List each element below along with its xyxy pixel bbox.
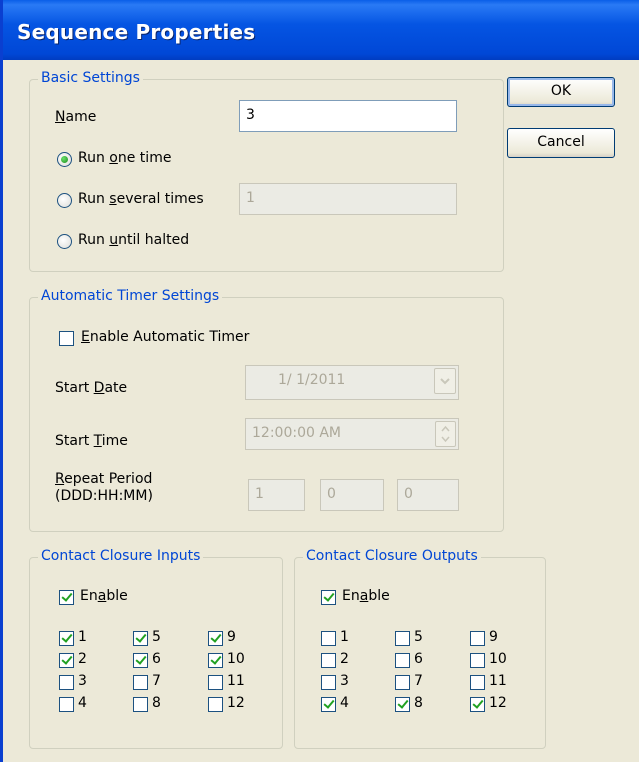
repeat-period-label: Repeat Period	[55, 471, 153, 487]
input-checkbox-10[interactable]	[208, 653, 223, 668]
output-label-8[interactable]: 8	[414, 695, 423, 711]
input-label-6[interactable]: 6	[152, 651, 161, 667]
output-checkbox-8[interactable]	[395, 697, 410, 712]
inputs-enable-label[interactable]: Enable	[80, 588, 128, 604]
start-date-label: Start Date	[55, 380, 128, 396]
output-label-9[interactable]: 9	[489, 629, 498, 645]
basic-settings-legend: Basic Settings	[38, 70, 143, 86]
enable-timer-checkbox[interactable]	[59, 331, 74, 346]
name-label: Name	[55, 109, 97, 125]
ok-button[interactable]: OK	[507, 77, 615, 107]
output-checkbox-1[interactable]	[321, 631, 336, 646]
output-checkbox-10[interactable]	[470, 653, 485, 668]
run-several-times-label[interactable]: Run several times	[78, 191, 204, 207]
input-checkbox-6[interactable]	[133, 653, 148, 668]
run-one-time-label[interactable]: Run one time	[78, 150, 171, 166]
input-checkbox-1[interactable]	[59, 631, 74, 646]
contact-outputs-legend: Contact Closure Outputs	[303, 548, 481, 564]
input-checkbox-5[interactable]	[133, 631, 148, 646]
output-checkbox-11[interactable]	[470, 675, 485, 690]
input-checkbox-3[interactable]	[59, 675, 74, 690]
contact-inputs-group: Contact Closure Inputs Enable 1234567891…	[29, 548, 283, 749]
input-checkbox-4[interactable]	[59, 697, 74, 712]
inputs-enable-checkbox[interactable]	[59, 590, 74, 605]
repeat-hours-field[interactable]: 0	[320, 479, 384, 511]
input-checkbox-2[interactable]	[59, 653, 74, 668]
timer-settings-legend: Automatic Timer Settings	[38, 288, 223, 304]
spin-arrows-icon	[441, 425, 450, 443]
run-until-halted-radio[interactable]	[57, 234, 72, 249]
output-checkbox-7[interactable]	[395, 675, 410, 690]
run-one-time-radio[interactable]	[57, 152, 72, 167]
output-checkbox-2[interactable]	[321, 653, 336, 668]
outputs-enable-checkbox[interactable]	[321, 590, 336, 605]
output-checkbox-6[interactable]	[395, 653, 410, 668]
input-label-4[interactable]: 4	[78, 695, 87, 711]
input-label-10[interactable]: 10	[227, 651, 245, 667]
run-until-halted-label[interactable]: Run until halted	[78, 232, 189, 248]
time-spin-buttons[interactable]	[435, 421, 456, 447]
window-title: Sequence Properties	[17, 20, 256, 44]
dialog-body: Basic Settings Name 3 Run one time Run s…	[6, 60, 639, 762]
input-label-5[interactable]: 5	[152, 629, 161, 645]
output-label-7[interactable]: 7	[414, 673, 423, 689]
input-label-3[interactable]: 3	[78, 673, 87, 689]
input-label-9[interactable]: 9	[227, 629, 236, 645]
output-checkbox-5[interactable]	[395, 631, 410, 646]
input-label-11[interactable]: 11	[227, 673, 245, 689]
cancel-button[interactable]: Cancel	[507, 128, 615, 158]
output-label-3[interactable]: 3	[340, 673, 349, 689]
input-checkbox-8[interactable]	[133, 697, 148, 712]
output-label-2[interactable]: 2	[340, 651, 349, 667]
input-checkbox-11[interactable]	[208, 675, 223, 690]
output-checkbox-4[interactable]	[321, 697, 336, 712]
enable-timer-label[interactable]: Enable Automatic Timer	[81, 329, 249, 345]
input-label-12[interactable]: 12	[227, 695, 245, 711]
output-label-1[interactable]: 1	[340, 629, 349, 645]
output-label-5[interactable]: 5	[414, 629, 423, 645]
input-label-7[interactable]: 7	[152, 673, 161, 689]
output-checkbox-9[interactable]	[470, 631, 485, 646]
date-dropdown-button[interactable]	[434, 368, 456, 394]
output-label-12[interactable]: 12	[489, 695, 507, 711]
dialog-window: Sequence Properties Basic Settings Name …	[0, 0, 639, 762]
input-checkbox-12[interactable]	[208, 697, 223, 712]
input-checkbox-7[interactable]	[133, 675, 148, 690]
output-label-4[interactable]: 4	[340, 695, 349, 711]
output-label-10[interactable]: 10	[489, 651, 507, 667]
repeat-days-field[interactable]: 1	[248, 479, 305, 511]
repeat-minutes-field[interactable]: 0	[397, 479, 459, 511]
input-label-1[interactable]: 1	[78, 629, 87, 645]
run-count-field[interactable]: 1	[239, 183, 457, 215]
input-label-2[interactable]: 2	[78, 651, 87, 667]
output-label-6[interactable]: 6	[414, 651, 423, 667]
name-field[interactable]: 3	[239, 100, 457, 132]
title-bar[interactable]: Sequence Properties	[3, 0, 639, 60]
output-checkbox-3[interactable]	[321, 675, 336, 690]
start-time-label: Start Time	[55, 433, 128, 449]
output-checkbox-12[interactable]	[470, 697, 485, 712]
contact-outputs-group: Contact Closure Outputs Enable 123456789…	[294, 548, 546, 749]
chevron-down-icon	[440, 378, 450, 385]
input-checkbox-9[interactable]	[208, 631, 223, 646]
contact-inputs-legend: Contact Closure Inputs	[38, 548, 204, 564]
basic-settings-group: Basic Settings Name 3 Run one time Run s…	[29, 70, 504, 272]
output-label-11[interactable]: 11	[489, 673, 507, 689]
run-several-times-radio[interactable]	[57, 193, 72, 208]
repeat-format-label: (DDD:HH:MM)	[55, 488, 153, 504]
start-time-field[interactable]: 12:00:00 AM	[245, 418, 459, 450]
start-date-picker[interactable]: 1/ 1/2011	[245, 365, 459, 400]
input-label-8[interactable]: 8	[152, 695, 161, 711]
outputs-enable-label[interactable]: Enable	[342, 588, 390, 604]
timer-settings-group: Automatic Timer Settings Enable Automati…	[29, 288, 504, 532]
